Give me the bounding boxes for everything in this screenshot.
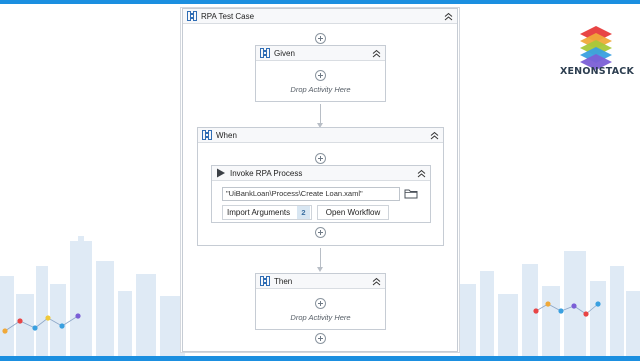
workflow-path-input[interactable]: "UiBankLoan\Process\Create Loan.xaml" [222, 187, 400, 201]
collapse-chevron-icon[interactable] [372, 49, 381, 58]
collapse-chevron-icon[interactable] [372, 277, 381, 286]
sequence-icon [260, 48, 270, 58]
import-arguments-button[interactable]: Import Arguments 2 [222, 205, 312, 220]
invoke-activity-title: Invoke RPA Process [230, 168, 303, 178]
bottom-accent-bar [0, 356, 640, 361]
then-header[interactable]: Then [256, 274, 385, 289]
argument-count-badge: 2 [297, 206, 310, 219]
open-workflow-button[interactable]: Open Workflow [317, 205, 389, 220]
sequence-icon [202, 130, 212, 140]
collapse-chevron-icon[interactable] [417, 169, 426, 178]
sequence-icon [260, 276, 270, 286]
given-sequence[interactable]: Given Drop Activity Here [255, 45, 386, 102]
drop-activity-placeholder[interactable]: Drop Activity Here [256, 313, 385, 322]
city-skyline-left [0, 236, 185, 356]
flow-arrow-head [317, 267, 323, 272]
given-header[interactable]: Given [256, 46, 385, 61]
import-arguments-label: Import Arguments [227, 208, 291, 217]
play-icon [217, 168, 225, 178]
add-activity-button[interactable] [315, 70, 326, 81]
add-activity-button[interactable] [315, 153, 326, 164]
add-activity-button[interactable] [315, 227, 326, 238]
when-header[interactable]: When [198, 128, 443, 143]
folder-icon[interactable] [404, 188, 418, 199]
city-skyline-right [460, 251, 640, 356]
add-activity-button[interactable] [315, 33, 326, 44]
then-sequence[interactable]: Then Drop Activity Here [255, 273, 386, 330]
test-case-title: RPA Test Case [201, 11, 255, 21]
invoke-activity-header[interactable]: Invoke RPA Process [212, 166, 430, 181]
collapse-chevron-icon[interactable] [430, 131, 439, 140]
sequence-icon [187, 11, 197, 21]
when-title: When [216, 130, 237, 140]
brand-name: XENONSTACK [559, 66, 635, 77]
then-title: Then [274, 276, 293, 286]
flow-connector [320, 248, 321, 268]
add-activity-button[interactable] [315, 298, 326, 309]
add-activity-button[interactable] [315, 333, 326, 344]
top-accent-bar [0, 0, 640, 4]
test-case-header[interactable]: RPA Test Case [183, 9, 457, 24]
given-title: Given [274, 48, 295, 58]
flow-connector [320, 104, 321, 124]
drop-activity-placeholder[interactable]: Drop Activity Here [256, 85, 385, 94]
collapse-chevron-icon[interactable] [444, 12, 453, 21]
